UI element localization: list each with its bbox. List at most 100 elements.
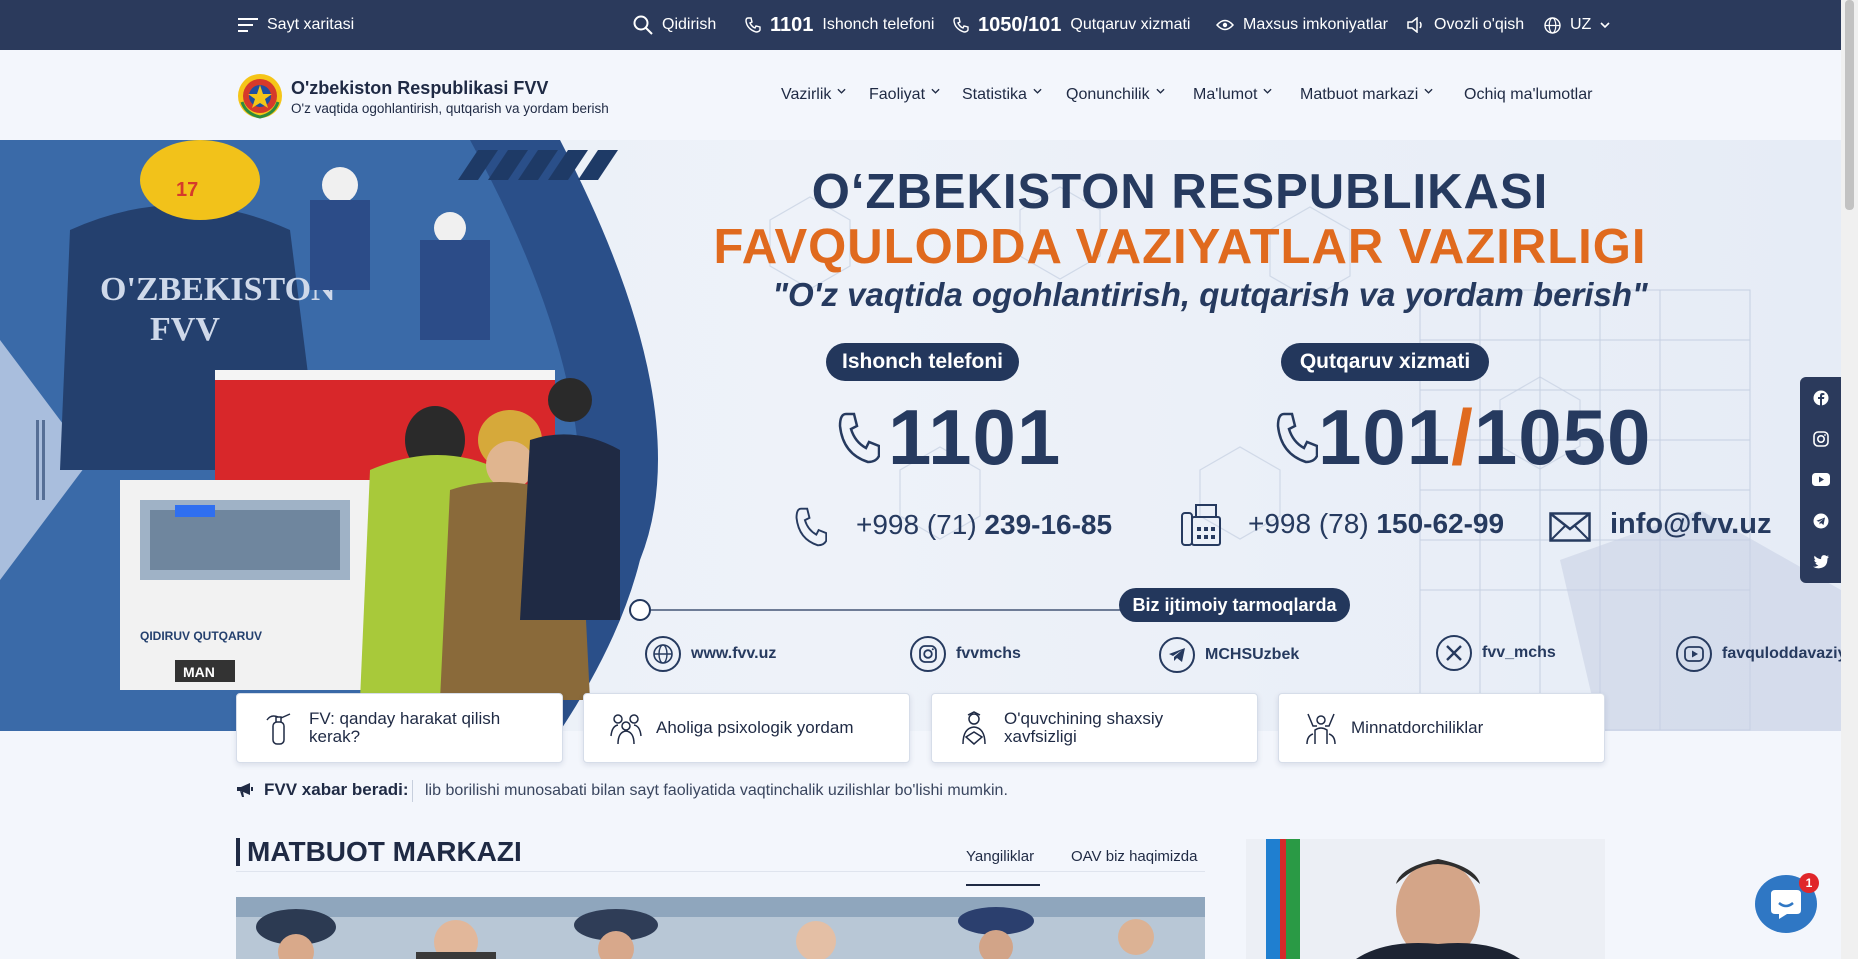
fax-icon (1181, 504, 1221, 546)
nav-label: Matbuot markazi (1300, 86, 1419, 103)
phone-icon (745, 17, 761, 33)
search-link[interactable]: Qidirish (633, 0, 716, 50)
quick-link-label: Minnatdorchiliklar (1351, 718, 1484, 737)
truck-text: QIDIRUV QUTQARUV (140, 629, 262, 643)
phone-2-prefix: +998 (78) (1248, 508, 1377, 539)
org-subtitle: O'z vaqtida ogohlantirish, qutqarish va … (291, 101, 609, 116)
accessibility-link[interactable]: Maxsus imkoniyatlar (1216, 0, 1388, 50)
phone-2[interactable]: +998 (78) 150-62-99 (1248, 508, 1504, 540)
instagram-icon[interactable] (1800, 418, 1841, 459)
phone-icon (795, 507, 827, 547)
phone-icon (953, 17, 969, 33)
social-label: favquloddavaziy... (1722, 645, 1841, 662)
emblem-logo[interactable] (236, 72, 284, 120)
site-header: O'zbekiston Respublikasi FVV O'z vaqtida… (0, 50, 1841, 140)
portrait-image (1246, 839, 1605, 959)
ticker-message[interactable]: lib borilishi munosabati bilan sayt faol… (425, 782, 1008, 800)
nav-matbuot-markazi[interactable]: Matbuot markazi (1300, 86, 1433, 104)
voice-link[interactable]: Ovozli o'qish (1407, 0, 1524, 50)
telegram-icon[interactable] (1800, 500, 1841, 541)
org-name[interactable]: O'zbekiston Respublikasi FVV (291, 78, 548, 99)
language-select[interactable]: UZ (1544, 0, 1610, 50)
email-link[interactable]: info@fvv.uz (1610, 508, 1771, 541)
trust-phone-pill: Ishonch telefoni (826, 343, 1019, 381)
rescue-number-b: 1050 (1473, 393, 1652, 481)
nav-qonunchilik[interactable]: Qonunchilik (1066, 86, 1165, 104)
x-icon (1436, 635, 1472, 671)
phone-1-main: 239-16-85 (984, 509, 1113, 540)
nav-label: Statistika (962, 86, 1027, 103)
quick-link-label: FV: qanday harakat qilish kerak? (309, 709, 501, 746)
tab-media-about-us[interactable]: OAV biz haqimizda (1071, 848, 1197, 865)
rescue-number-slash: / (1451, 393, 1474, 481)
hero-title-line2: FAVQULODDA VAZIYATLAR VAZIRLIGI (713, 220, 1647, 274)
social-instagram[interactable]: fvvmchs (910, 636, 1021, 672)
quick-link-label: Aholiga psixologik yordam (656, 718, 854, 737)
rescue-label: Qutqaruv xizmati (1070, 16, 1191, 33)
youtube-icon[interactable] (1800, 459, 1841, 500)
hotline-number: 1101 (770, 13, 814, 36)
phone-icon (838, 412, 880, 464)
chevron-down-icon (1424, 88, 1433, 94)
facebook-icon[interactable] (1800, 377, 1841, 418)
phone-1[interactable]: +998 (71) 239-16-85 (856, 509, 1112, 541)
social-website[interactable]: www.fvv.uz (645, 636, 776, 672)
site-map-link[interactable]: Sayt xaritasi (238, 0, 354, 50)
press-center-title: MATBUOT MARKAZI (247, 836, 522, 867)
mail-icon (1549, 512, 1591, 542)
news-photo[interactable] (236, 897, 1205, 959)
social-x[interactable]: fvv_mchs (1436, 635, 1556, 671)
nav-vazirlik[interactable]: Vazirlik (781, 86, 846, 104)
helmet-number: 17 (176, 179, 198, 201)
rescue-link[interactable]: 1050/101 Qutqaruv xizmati (953, 0, 1190, 50)
section-accent-bar (236, 838, 240, 866)
quick-link-psychological-help[interactable]: Aholiga psixologik yordam (583, 693, 910, 763)
quick-link-label: O'quvchining shaxsiy xavfsizligi (1004, 709, 1164, 746)
raised-hands-icon (1306, 713, 1336, 745)
search-icon (633, 15, 653, 35)
hotline-label: Ishonch telefoni (822, 16, 935, 33)
president-portrait[interactable] (1246, 839, 1605, 959)
social-label: MCHSUzbek (1205, 646, 1300, 663)
ticker-label: FVV xabar beradi: (236, 780, 409, 800)
people-icon (610, 714, 642, 745)
social-telegram[interactable]: MCHSUzbek (1159, 637, 1299, 673)
nav-faoliyat[interactable]: Faoliyat (869, 86, 940, 104)
hotline-link[interactable]: 1101 Ishonch telefoni (745, 0, 934, 50)
trust-hotline-number: 1101 (888, 393, 1062, 481)
hero-banner[interactable]: O'ZBEKISTON FVV 17 QIDIRUV QUTQARUV MAN … (0, 140, 1841, 731)
nav-label: Ma'lumot (1193, 86, 1258, 103)
social-label: fvvmchs (956, 645, 1021, 662)
truck-brand: MAN (183, 664, 215, 680)
social-label: fvv_mchs (1482, 644, 1556, 661)
phone-1-prefix: +998 (71) (856, 509, 985, 540)
hero-motto: "O'z vaqtida ogohlantirish, qutqarish va… (772, 276, 1648, 313)
scrollbar-thumb[interactable] (1845, 0, 1854, 210)
chevron-down-icon (1033, 88, 1042, 94)
student-icon (962, 711, 986, 745)
quick-link-gratitude[interactable]: Minnatdorchiliklar (1278, 693, 1605, 763)
nav-label: Faoliyat (869, 86, 926, 103)
telegram-icon (1159, 637, 1195, 673)
tab-news[interactable]: Yangiliklar (966, 848, 1034, 865)
rescue-service-pill: Qutqaruv xizmati (1281, 343, 1489, 381)
ticker-title: FVV xabar beradi: (264, 780, 409, 799)
nav-ochiq-malumotlar[interactable]: Ochiq ma'lumotlar (1464, 86, 1592, 104)
social-label: www.fvv.uz (691, 645, 777, 662)
globe-icon (645, 636, 681, 672)
nav-malumot[interactable]: Ma'lumot (1193, 86, 1272, 104)
nav-statistika[interactable]: Statistika (962, 86, 1042, 104)
social-youtube[interactable]: favquloddavaziy... (1676, 636, 1841, 672)
social-networks-pill: Biz ijtimoiy tarmoqlarda (1119, 588, 1350, 622)
megaphone-icon (237, 783, 253, 797)
quick-link-student-safety[interactable]: O'quvchining shaxsiy xavfsizligi (931, 693, 1258, 763)
chevron-down-icon (837, 88, 846, 94)
quick-link-emergency-actions[interactable]: FV: qanday harakat qilish kerak? (236, 693, 563, 763)
chat-notification-badge: 1 (1799, 873, 1819, 893)
phone-icon (1276, 412, 1318, 464)
nav-label: Vazirlik (781, 86, 832, 103)
phone-2-main: 150-62-99 (1376, 508, 1505, 539)
twitter-icon[interactable] (1800, 541, 1841, 582)
globe-icon (1544, 16, 1561, 34)
chevron-down-icon (1600, 21, 1610, 28)
